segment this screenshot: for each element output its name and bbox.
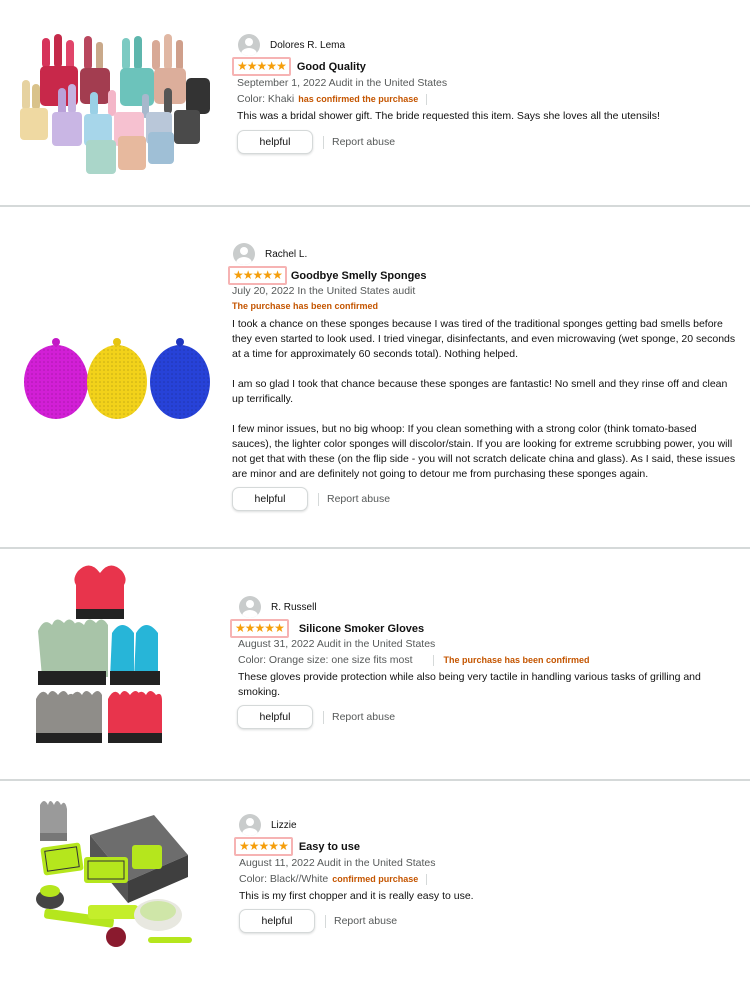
author-name: Rachel L. xyxy=(265,248,308,260)
divider xyxy=(323,135,324,149)
star-icon: ★ xyxy=(239,839,250,853)
star-icon: ★ xyxy=(264,621,275,635)
variant-info[interactable]: Color: Black//White xyxy=(239,873,328,885)
avatar xyxy=(239,814,261,836)
review-author: Dolores R. Lema xyxy=(238,34,345,56)
star-icon: ★ xyxy=(268,839,279,853)
star-rating: ★ ★ ★ ★ ★ xyxy=(234,837,293,856)
avatar xyxy=(239,596,261,618)
star-icon: ★ xyxy=(278,839,289,853)
review-variant-row: Color: Khaki has confirmed the purchase xyxy=(237,93,435,105)
review-paragraph: This was a bridal shower gift. The bride… xyxy=(237,110,660,122)
review-actions: helpful Report abuse xyxy=(237,705,395,729)
author-name: Dolores R. Lema xyxy=(270,39,346,51)
review-title[interactable]: Silicone Smoker Gloves xyxy=(299,623,424,635)
report-abuse-link[interactable]: Report abuse xyxy=(332,711,395,723)
review-body: This was a bridal shower gift. The bride… xyxy=(237,109,737,124)
review-actions: helpful Report abuse xyxy=(239,909,397,933)
star-icon: ★ xyxy=(272,268,283,282)
star-rating: ★ ★ ★ ★ ★ xyxy=(228,266,287,285)
star-rating: ★ ★ ★ ★ ★ xyxy=(230,619,289,638)
review-actions: helpful Report abuse xyxy=(237,130,395,154)
report-abuse-link[interactable]: Report abuse xyxy=(332,136,395,148)
review-author: R. Russell xyxy=(239,596,317,618)
star-icon: ★ xyxy=(242,268,254,282)
report-abuse-link[interactable]: Report abuse xyxy=(327,493,390,505)
review-date: July 20, 2022 In the United States audit xyxy=(232,285,416,297)
kitchen-utensil-set-image xyxy=(14,28,214,178)
star-icon: ★ xyxy=(256,59,268,73)
review-card: Rachel L. ★ ★ ★ ★ ★ Goodbye Smelly Sponges J… xyxy=(0,207,750,547)
rating-row: ★ ★ ★ ★ ★ Silicone Smoker Gloves xyxy=(230,619,424,638)
star-icon: ★ xyxy=(254,621,266,635)
verified-purchase-badge: has confirmed the purchase xyxy=(298,94,419,104)
helpful-button[interactable]: helpful xyxy=(237,130,313,154)
verified-purchase-badge: The purchase has been confirmed xyxy=(232,301,379,311)
silicone-gloves-image xyxy=(34,561,164,747)
review-paragraph: This is my first chopper and it is reall… xyxy=(239,890,474,902)
review-variant-row: The purchase has been confirmed xyxy=(232,301,378,311)
star-icon: ★ xyxy=(237,59,248,73)
report-abuse-link[interactable]: Report abuse xyxy=(334,915,397,927)
divider xyxy=(325,914,326,928)
helpful-button[interactable]: helpful xyxy=(239,909,315,933)
review-author: Lizzie xyxy=(239,814,297,836)
review-body: This is my first chopper and it is reall… xyxy=(239,889,739,904)
silicone-sponges-image xyxy=(14,332,214,422)
author-name: R. Russell xyxy=(271,601,317,613)
star-icon: ★ xyxy=(276,59,287,73)
star-icon: ★ xyxy=(244,621,256,635)
verified-purchase-badge: The purchase has been confirmed xyxy=(443,655,590,665)
divider xyxy=(426,873,428,885)
review-title[interactable]: Easy to use xyxy=(299,841,360,853)
avatar xyxy=(238,34,260,56)
vegetable-chopper-image xyxy=(28,795,198,951)
review-author: Rachel L. xyxy=(233,243,307,265)
review-variant-row: Color: Orange size: one size fits most T… xyxy=(238,654,590,666)
author-name: Lizzie xyxy=(271,819,297,831)
star-icon: ★ xyxy=(233,268,244,282)
star-icon: ★ xyxy=(252,268,264,282)
review-paragraph: I am so glad I took that chance because … xyxy=(232,378,728,405)
review-body: These gloves provide protection while al… xyxy=(238,670,738,700)
star-rating: ★ ★ ★ ★ ★ xyxy=(232,57,291,76)
review-actions: helpful Report abuse xyxy=(232,487,390,511)
divider xyxy=(323,710,324,724)
review-card: R. Russell ★ ★ ★ ★ ★ Silicone Smoker Gloves … xyxy=(0,549,750,779)
variant-info[interactable]: Color: Orange size: one size fits most xyxy=(238,654,413,666)
avatar xyxy=(233,243,255,265)
helpful-button[interactable]: helpful xyxy=(232,487,308,511)
review-paragraph: These gloves provide protection while al… xyxy=(238,671,701,698)
review-card: Lizzie ★ ★ ★ ★ ★ Easy to use August 11, 2022… xyxy=(0,781,750,1000)
star-icon: ★ xyxy=(235,621,246,635)
star-icon: ★ xyxy=(262,268,273,282)
review-date: September 1, 2022 Audit in the United St… xyxy=(237,77,448,89)
divider xyxy=(426,93,428,105)
review-body: I took a chance on these sponges because… xyxy=(232,317,738,482)
rating-row: ★ ★ ★ ★ ★ Good Quality xyxy=(232,57,366,76)
helpful-button[interactable]: helpful xyxy=(237,705,313,729)
review-title[interactable]: Goodbye Smelly Sponges xyxy=(291,270,427,282)
variant-info[interactable]: Color: Khaki xyxy=(237,93,294,105)
star-icon: ★ xyxy=(266,59,277,73)
star-icon: ★ xyxy=(274,621,285,635)
review-date: August 11, 2022 Audit in the United Stat… xyxy=(239,857,436,869)
review-variant-row: Color: Black//White confirmed purchase xyxy=(239,873,435,885)
rating-row: ★ ★ ★ ★ ★ Goodbye Smelly Sponges xyxy=(228,266,427,285)
star-icon: ★ xyxy=(258,839,270,853)
divider xyxy=(432,654,434,666)
review-date: August 31, 2022 Audit in the United Stat… xyxy=(238,638,436,650)
divider xyxy=(318,492,319,506)
verified-purchase-badge: confirmed purchase xyxy=(332,874,419,884)
star-icon: ★ xyxy=(246,59,258,73)
review-card: Dolores R. Lema ★ ★ ★ ★ ★ Good Quality Septe… xyxy=(0,0,750,205)
star-icon: ★ xyxy=(248,839,260,853)
review-title[interactable]: Good Quality xyxy=(297,61,366,73)
review-paragraph: I few minor issues, but no big whoop: If… xyxy=(232,423,736,480)
rating-row: ★ ★ ★ ★ ★ Easy to use xyxy=(234,837,360,856)
review-paragraph: I took a chance on these sponges because… xyxy=(232,318,736,360)
